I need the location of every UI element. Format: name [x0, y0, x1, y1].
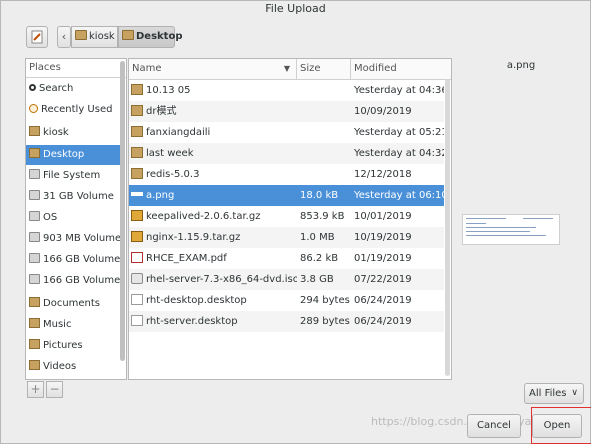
breadcrumb-kiosk[interactable]: kiosk	[71, 26, 118, 48]
breadcrumb-desktop[interactable]: Desktop	[118, 26, 183, 48]
folder-icon	[122, 30, 134, 40]
add-bookmark-button[interactable]: +	[27, 381, 44, 398]
pencil-icon	[31, 30, 43, 44]
place-recently-used[interactable]: Recently Used	[26, 100, 121, 120]
file-type-filter[interactable]: All Files ∨	[524, 383, 584, 404]
places-scrollbar[interactable]	[120, 61, 125, 361]
folder-icon	[75, 30, 87, 40]
image-icon	[131, 192, 143, 196]
archive-icon	[131, 230, 143, 242]
drive-icon	[29, 190, 40, 200]
drive-icon	[29, 253, 40, 263]
location-toolbar: ‹ kiosk Desktop	[1, 17, 590, 57]
cancel-button[interactable]: Cancel	[467, 414, 521, 438]
remove-bookmark-button[interactable]: −	[46, 381, 63, 398]
file-list: Name ▼ Size Modified 10.13 05 Yesterday …	[128, 58, 452, 380]
chevron-down-icon: ∨	[571, 388, 578, 398]
drive-icon	[29, 274, 40, 284]
clock-icon	[29, 103, 38, 113]
place-166gb-volume[interactable]: 166 GB Volume	[26, 250, 121, 270]
place-903mb-volume[interactable]: 903 MB Volume	[26, 229, 121, 249]
file-row[interactable]: rhel-server-7.3-x86_64-dvd.iso 3.8 GB 07…	[129, 269, 444, 290]
drive-icon	[29, 211, 40, 221]
file-row[interactable]: redis-5.0.3 12/12/2018	[129, 164, 444, 185]
place-desktop[interactable]: Desktop	[26, 145, 121, 165]
file-row[interactable]: nginx-1.15.9.tar.gz 1.0 MB 10/19/2019	[129, 227, 444, 248]
file-row[interactable]: rht-desktop.desktop 294 bytes 06/24/2019	[129, 290, 444, 311]
drive-icon	[29, 169, 40, 179]
place-videos[interactable]: Videos	[26, 357, 121, 377]
folder-icon	[131, 125, 143, 137]
file-list-header: Name ▼ Size Modified	[129, 59, 451, 80]
file-row[interactable]: 10.13 05 Yesterday at 04:36	[129, 80, 444, 101]
archive-icon	[131, 209, 143, 221]
pdf-icon	[131, 251, 143, 263]
document-icon	[131, 293, 143, 305]
folder-icon	[29, 297, 40, 307]
folder-icon	[29, 318, 40, 328]
file-row[interactable]: dr模式 10/09/2019	[129, 101, 444, 122]
places-sidebar: Places Search Recently Used kiosk Deskto…	[25, 58, 127, 380]
place-kiosk[interactable]: kiosk	[26, 123, 121, 143]
place-166gb-volume-2[interactable]: 166 GB Volume	[26, 271, 121, 291]
place-31gb-volume[interactable]: 31 GB Volume	[26, 187, 121, 207]
place-pictures[interactable]: Pictures	[26, 336, 121, 356]
preview-thumbnail	[462, 214, 560, 245]
folder-icon	[29, 339, 40, 349]
folder-icon	[131, 146, 143, 158]
folder-icon	[131, 104, 143, 116]
file-row[interactable]: rht-server.desktop 289 bytes 06/24/2019	[129, 311, 444, 332]
places-buttons: + −	[25, 381, 125, 400]
place-documents[interactable]: Documents	[26, 294, 121, 314]
highlight-box	[531, 407, 591, 444]
file-row[interactable]: fanxiangdaili Yesterday at 05:21	[129, 122, 444, 143]
window-title: File Upload	[265, 2, 326, 15]
place-file-system[interactable]: File System	[26, 166, 121, 186]
path-back-button[interactable]: ‹	[57, 26, 71, 48]
file-list-scrollbar[interactable]	[445, 79, 450, 376]
chevron-left-icon: ‹	[61, 30, 67, 43]
column-header-size[interactable]: Size	[297, 59, 351, 79]
folder-icon	[29, 148, 40, 158]
search-icon	[29, 83, 36, 91]
place-os[interactable]: OS	[26, 208, 121, 228]
places-header: Places	[26, 59, 126, 78]
disc-icon	[131, 272, 143, 284]
folder-icon	[131, 83, 143, 95]
place-music[interactable]: Music	[26, 315, 121, 335]
folder-icon	[131, 167, 143, 179]
column-header-modified[interactable]: Modified	[351, 59, 451, 79]
drive-icon	[29, 232, 40, 242]
sort-down-icon: ▼	[283, 64, 290, 73]
file-row[interactable]: RHCE_EXAM.pdf 86.2 kB 01/19/2019	[129, 248, 444, 269]
file-row[interactable]: keepalived-2.0.6.tar.gz 853.9 kB 10/01/2…	[129, 206, 444, 227]
column-header-name[interactable]: Name ▼	[129, 59, 297, 79]
document-icon	[131, 314, 143, 326]
folder-icon	[29, 126, 40, 136]
file-row[interactable]: last week Yesterday at 04:32	[129, 143, 444, 164]
place-search[interactable]: Search	[26, 79, 121, 99]
folder-icon	[29, 360, 40, 370]
type-location-button[interactable]	[26, 26, 48, 48]
file-upload-dialog: File Upload ‹ kiosk Desktop Places Searc…	[0, 0, 591, 444]
preview-filename: a.png	[506, 60, 536, 71]
file-row-selected[interactable]: a.png 18.0 kB Yesterday at 06:10	[129, 185, 444, 206]
